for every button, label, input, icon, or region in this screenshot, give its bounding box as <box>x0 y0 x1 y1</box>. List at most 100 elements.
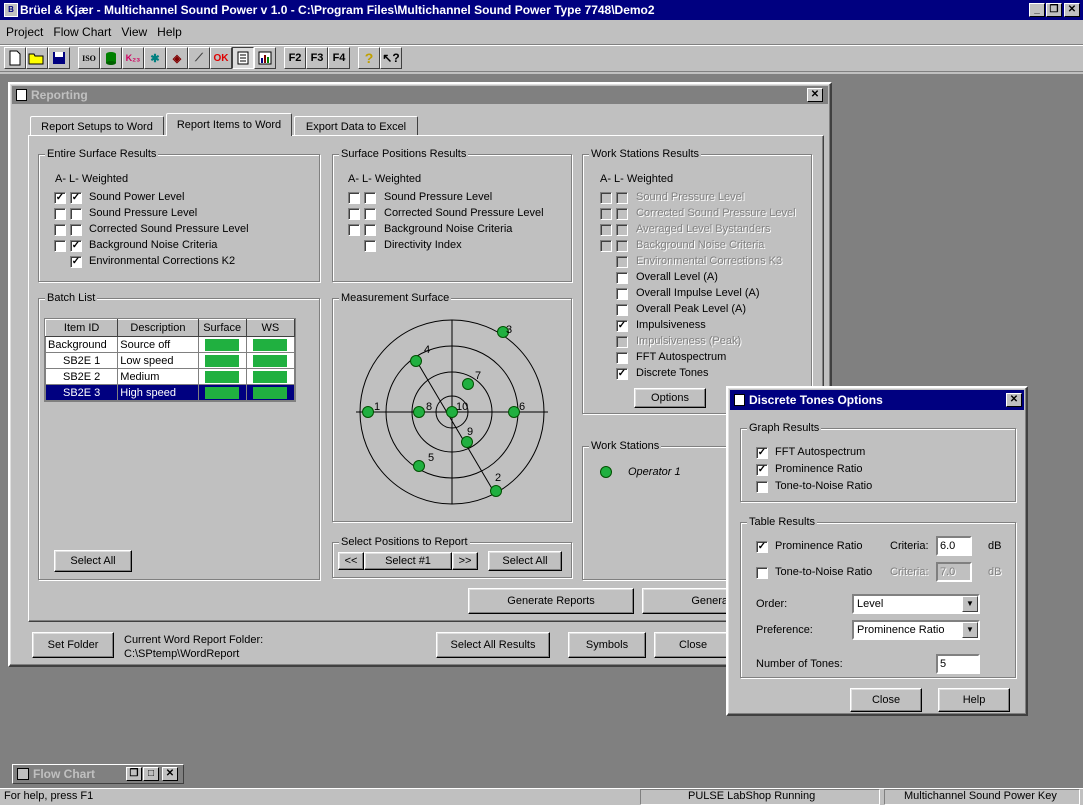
sp-background-a-checkbox[interactable] <box>348 224 360 236</box>
graph-prominence-checkbox[interactable]: ✓ <box>756 464 768 476</box>
position-point-7[interactable] <box>462 378 474 390</box>
symbols-button[interactable]: Symbols <box>568 632 646 658</box>
position-point-8[interactable] <box>413 406 425 418</box>
f4-key[interactable]: F4 <box>328 47 350 69</box>
prominence-criteria-input[interactable]: 6.0 <box>936 536 972 556</box>
dialog-title-bar[interactable]: Discrete Tones Options <box>730 390 1024 410</box>
ws-impulse-level-checkbox[interactable] <box>616 288 628 300</box>
ok-icon[interactable]: OK <box>210 47 232 69</box>
col-surface[interactable]: Surface <box>197 319 247 337</box>
positions-select-all-button[interactable]: Select All <box>488 551 562 571</box>
ws-peak-level-checkbox[interactable] <box>616 304 628 316</box>
table-tnr-checkbox[interactable] <box>756 567 768 579</box>
position-point-5[interactable] <box>413 460 425 472</box>
chevron-down-icon[interactable]: ▼ <box>962 622 978 638</box>
sp-pressure-a-checkbox[interactable] <box>348 192 360 204</box>
chart-icon[interactable] <box>254 47 276 69</box>
f2-key[interactable]: F2 <box>284 47 306 69</box>
operator-point[interactable] <box>600 466 612 478</box>
graph-prominence-label: Prominence Ratio <box>775 463 863 475</box>
es-background-l-checkbox[interactable]: ✓ <box>70 240 82 252</box>
es-sound-power-a-checkbox[interactable]: ✓ <box>54 192 66 204</box>
new-icon[interactable] <box>4 47 26 69</box>
sp-background-l-checkbox[interactable] <box>364 224 376 236</box>
ws-overall-level-checkbox[interactable] <box>616 272 628 284</box>
ws-fft-checkbox[interactable] <box>616 352 628 364</box>
es-sound-pressure-a-checkbox[interactable] <box>54 208 66 220</box>
entire-weighting-header: A- L- Weighted <box>55 173 129 185</box>
menu-help[interactable]: Help <box>157 25 182 39</box>
display-icon[interactable]: ◈ <box>166 47 188 69</box>
select-position-button[interactable]: Select #1 <box>364 552 452 570</box>
es-background-a-checkbox[interactable] <box>54 240 66 252</box>
dialog-close-text-button[interactable]: Close <box>850 688 922 712</box>
flowchart-restore-button[interactable]: ❐ <box>126 767 142 781</box>
batch-select-all-button[interactable]: Select All <box>54 550 132 572</box>
reporting-close-text-button[interactable]: Close <box>654 632 732 658</box>
tones-input[interactable]: 5 <box>936 654 980 674</box>
options-button[interactable]: Options <box>634 388 706 408</box>
flowchart-close-button[interactable]: ✕ <box>162 767 178 781</box>
table-row[interactable]: SB2E 1 Low speed <box>44 352 296 369</box>
es-corrected-a-checkbox[interactable] <box>54 224 66 236</box>
report-icon[interactable] <box>232 47 254 69</box>
dialog-help-button[interactable]: Help <box>938 688 1010 712</box>
next-position-button[interactable]: >> <box>452 552 478 570</box>
es-corrected-l-checkbox[interactable] <box>70 224 82 236</box>
row-item-id: SB2E 2 <box>44 368 119 385</box>
restore-button[interactable]: ❐ <box>1046 3 1062 17</box>
graph-fft-checkbox[interactable]: ✓ <box>756 447 768 459</box>
prev-position-button[interactable]: << <box>338 552 364 570</box>
tools-icon[interactable]: ✱ <box>144 47 166 69</box>
menu-project[interactable]: Project <box>6 25 43 39</box>
table-row-selected[interactable]: SB2E 3 High speed <box>44 384 296 401</box>
set-folder-button[interactable]: Set Folder <box>32 632 114 658</box>
menu-flow-chart[interactable]: Flow Chart <box>53 25 111 39</box>
k23-icon[interactable]: K₂₃ <box>122 47 144 69</box>
whatsthis-icon[interactable]: ↖? <box>380 47 402 69</box>
menu-view[interactable]: View <box>121 25 147 39</box>
table-prominence-checkbox[interactable]: ✓ <box>756 541 768 553</box>
es-sound-pressure-l-checkbox[interactable] <box>70 208 82 220</box>
iso-icon[interactable]: ISO <box>78 47 100 69</box>
table-row[interactable]: Background Source off <box>44 336 296 353</box>
reporting-close-button[interactable]: ✕ <box>807 88 823 102</box>
graph-tnr-checkbox[interactable] <box>756 481 768 493</box>
minimize-button[interactable]: _ <box>1029 3 1045 17</box>
generate-reports-button[interactable]: Generate Reports <box>468 588 634 614</box>
flowchart-maximize-button[interactable]: □ <box>143 767 159 781</box>
reporting-title-bar[interactable]: Reporting <box>12 86 828 104</box>
save-icon[interactable] <box>48 47 70 69</box>
col-ws[interactable]: WS <box>245 319 296 337</box>
sp-pressure-l-checkbox[interactable] <box>364 192 376 204</box>
preference-select[interactable]: Prominence Ratio ▼ <box>852 620 980 640</box>
tab-export-excel[interactable]: Export Data to Excel <box>294 116 418 136</box>
select-all-results-button[interactable]: Select All Results <box>436 632 550 658</box>
f3-key[interactable]: F3 <box>306 47 328 69</box>
dialog-close-button[interactable]: ✕ <box>1006 393 1022 407</box>
ws-impulsiveness-checkbox[interactable]: ✓ <box>616 320 628 332</box>
es-env-k2-checkbox[interactable]: ✓ <box>70 256 82 268</box>
tab-report-items[interactable]: Report Items to Word <box>166 113 292 136</box>
calibrate-icon[interactable]: ⟋ <box>188 47 210 69</box>
position-point-2[interactable] <box>490 485 502 497</box>
help-icon[interactable]: ? <box>358 47 380 69</box>
db-icon[interactable] <box>100 47 122 69</box>
position-point-4[interactable] <box>410 355 422 367</box>
sp-corrected-a-checkbox[interactable] <box>348 208 360 220</box>
sp-directivity-checkbox[interactable] <box>364 240 376 252</box>
position-point-1[interactable] <box>362 406 374 418</box>
surface-status-bar <box>197 368 247 385</box>
app-title-bar[interactable]: B Brüel & Kjær - Multichannel Sound Powe… <box>0 0 1083 20</box>
col-description[interactable]: Description <box>117 319 199 337</box>
col-item-id[interactable]: Item ID <box>44 319 119 337</box>
table-row[interactable]: SB2E 2 Medium <box>44 368 296 385</box>
ws-discrete-tones-checkbox[interactable]: ✓ <box>616 368 628 380</box>
chevron-down-icon[interactable]: ▼ <box>962 596 978 612</box>
open-icon[interactable] <box>26 47 48 69</box>
sp-corrected-l-checkbox[interactable] <box>364 208 376 220</box>
order-select[interactable]: Level ▼ <box>852 594 980 614</box>
tab-report-setups[interactable]: Report Setups to Word <box>30 116 164 136</box>
es-sound-power-l-checkbox[interactable]: ✓ <box>70 192 82 204</box>
close-app-button[interactable]: ✕ <box>1064 3 1080 17</box>
